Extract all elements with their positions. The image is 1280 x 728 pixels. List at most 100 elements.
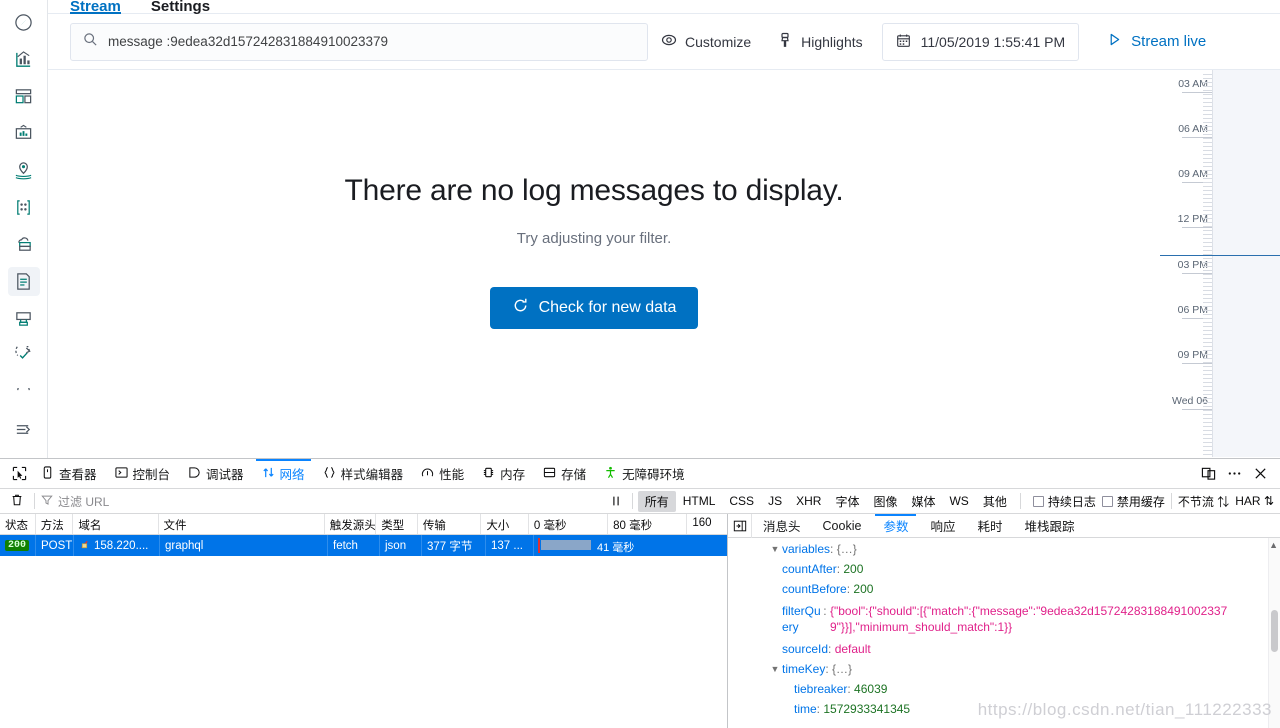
json-colon: : (830, 542, 837, 556)
disable-cache-checkbox[interactable]: 禁用缓存 (1101, 493, 1165, 510)
collapse-pane-icon[interactable] (728, 514, 752, 538)
element-picker-icon[interactable] (6, 461, 32, 487)
sidebar-item-uptime[interactable] (8, 341, 40, 370)
devtools-tab-network[interactable]: 网络 (253, 458, 314, 489)
devtools-tab-style-editor[interactable]: 样式编辑器 (314, 459, 413, 489)
column-header-type[interactable]: 类型 (376, 514, 418, 534)
sidebar-item-logs[interactable] (7, 267, 40, 296)
persist-logs-checkbox[interactable]: 持续日志 (1032, 493, 1096, 510)
devtools-tab-storage[interactable]: 存储 (534, 459, 595, 489)
json-row[interactable]: countAfter: 200 (728, 559, 1268, 579)
details-tab-response[interactable]: 响应 (919, 514, 966, 538)
minimap-minor-tick (1203, 430, 1212, 431)
sidebar-item-canvas[interactable] (8, 119, 40, 148)
timeline-minimap[interactable]: 03 AM 06 AM 09 AM 12 PM 03 PM 06 PM 09 PM Wed 0… (1160, 70, 1280, 457)
machine-learning-icon (14, 198, 33, 217)
storage-icon (543, 466, 556, 482)
tab-stream[interactable]: Stream (70, 0, 121, 14)
network-body: 状态 方法 域名 文件 触发源头 类型 传输 大小 0 毫秒 80 毫秒 160… (0, 514, 1280, 728)
column-header-file[interactable]: 文件 (159, 514, 325, 534)
details-scrollbar[interactable]: ▲ (1268, 538, 1280, 728)
sidebar-item-siem[interactable] (8, 378, 40, 407)
meatball-menu-icon[interactable] (1222, 462, 1246, 486)
json-row[interactable]: countBefore: 200 (728, 579, 1268, 599)
twisty-icon[interactable]: ▼ (770, 539, 780, 559)
minimap-minor-tick (1203, 258, 1212, 259)
json-row[interactable]: tiebreaker: 46039 (728, 679, 1268, 699)
details-tab-cookies[interactable]: Cookie (812, 514, 873, 538)
column-header-domain[interactable]: 域名 (73, 514, 159, 534)
stream-live-button[interactable]: Stream live (1093, 23, 1220, 61)
minimap-minor-tick (1203, 346, 1212, 347)
scroll-up-arrow-icon[interactable]: ▲ (1269, 540, 1278, 550)
json-row[interactable]: sourceId: default (728, 639, 1268, 659)
filter-chip-font[interactable]: 字体 (828, 491, 866, 512)
details-tab-stacktrace[interactable]: 堆栈跟踪 (1013, 514, 1085, 538)
har-menu[interactable]: HAR ⇅ (1235, 494, 1274, 508)
column-header-size[interactable]: 大小 (481, 514, 529, 534)
minimap-minor-tick (1203, 114, 1212, 115)
column-header-method[interactable]: 方法 (36, 514, 74, 534)
minimap-minor-tick (1203, 318, 1212, 319)
filter-chip-xhr[interactable]: XHR (789, 492, 828, 510)
url-filter-input[interactable]: 过滤 URL (41, 493, 341, 510)
filter-chip-js[interactable]: JS (761, 492, 789, 510)
pause-icon[interactable] (604, 489, 628, 513)
waterfall-start-marker (538, 538, 540, 553)
devtools-tab-console[interactable]: 控制台 (106, 459, 180, 489)
filter-chip-other[interactable]: 其他 (976, 491, 1014, 512)
json-row[interactable]: time: 1572933341345 (728, 699, 1268, 719)
details-tab-headers[interactable]: 消息头 (752, 514, 812, 538)
devtools-tab-debugger[interactable]: 调试器 (179, 459, 253, 489)
column-header-cause[interactable]: 触发源头 (325, 514, 377, 534)
filter-chip-media[interactable]: 媒体 (904, 491, 942, 512)
filter-chip-images[interactable]: 图像 (866, 491, 904, 512)
json-colon: : (825, 662, 833, 676)
row-size: 137 ... (491, 539, 523, 552)
column-header-transferred[interactable]: 传输 (418, 514, 482, 534)
network-filter-bar: 过滤 URL 所有 HTML CSS JS XHR 字体 图像 媒体 WS 其他… (0, 489, 1280, 514)
sidebar-item-machine-learning[interactable] (8, 193, 40, 222)
tab-settings[interactable]: Settings (151, 0, 210, 14)
highlights-button[interactable]: Highlights (764, 23, 875, 61)
sidebar-item-apm[interactable] (8, 304, 40, 333)
json-value: 46039 (854, 682, 888, 696)
filter-chip-html[interactable]: HTML (676, 492, 723, 510)
date-picker[interactable]: 11/05/2019 1:55:41 PM (881, 22, 1080, 61)
json-row[interactable]: ▼ variables: {…} (728, 539, 1268, 559)
sidebar-item-discover[interactable] (8, 8, 40, 37)
json-row[interactable]: ▼ timeKey: {…} (728, 659, 1268, 679)
details-tab-timings[interactable]: 耗时 (966, 514, 1013, 538)
sidebar-item-dashboard[interactable] (8, 82, 40, 111)
devtools-tab-accessibility[interactable]: 无障碍环境 (595, 459, 694, 489)
details-tab-params[interactable]: 参数 (872, 514, 919, 538)
devtools-tab-inspector[interactable]: 查看器 (32, 459, 106, 489)
twisty-icon[interactable]: ▼ (770, 659, 780, 679)
devtools-tab-performance[interactable]: 性能 (412, 459, 473, 489)
minimap-minor-tick (1203, 326, 1212, 327)
sidebar-item-visualize[interactable] (8, 45, 40, 74)
filter-chip-ws[interactable]: WS (942, 492, 975, 510)
minimap-minor-tick (1203, 270, 1212, 271)
sidebar-collapse-button[interactable] (8, 415, 40, 444)
search-input[interactable]: message :9edea32d157242831884910023379 (70, 22, 648, 61)
sidebar-item-infrastructure[interactable] (8, 230, 40, 259)
close-icon[interactable] (1248, 462, 1272, 486)
filter-chip-all[interactable]: 所有 (637, 490, 676, 512)
responsive-design-mode-icon[interactable] (1196, 462, 1220, 486)
json-row[interactable]: filterQuery: {"bool":{"should":[{"match"… (728, 603, 1268, 635)
clear-requests-button[interactable] (6, 490, 28, 512)
waterfall-time-label: 41 毫秒 (597, 542, 635, 554)
throttling-select[interactable]: 不节流 ⇅ (1178, 493, 1229, 510)
table-row[interactable]: 200 POST 158.220.... graphql fetch json … (0, 535, 727, 556)
sidebar-item-maps[interactable] (8, 156, 40, 185)
minimap-minor-tick (1203, 378, 1212, 379)
column-header-status[interactable]: 状态 (0, 514, 36, 534)
devtools-tab-memory[interactable]: 内存 (473, 459, 534, 489)
check-for-new-data-button[interactable]: Check for new data (489, 287, 699, 329)
filter-chip-css[interactable]: CSS (722, 492, 761, 510)
scrollbar-thumb[interactable] (1271, 610, 1278, 652)
minimap-density-panel[interactable] (1213, 70, 1280, 457)
minimap-minor-tick (1203, 422, 1212, 423)
customize-button[interactable]: Customize (648, 23, 764, 61)
